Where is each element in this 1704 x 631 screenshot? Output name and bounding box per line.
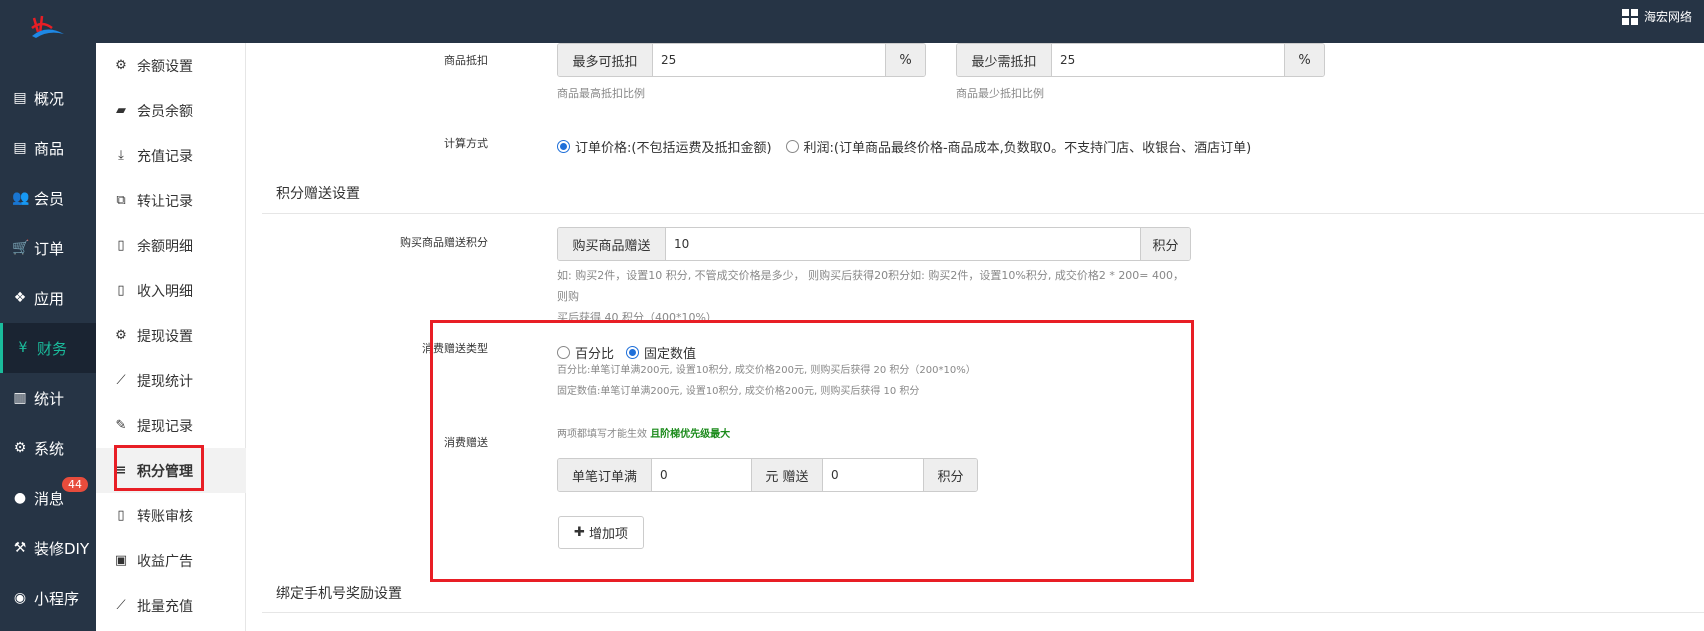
gavel-icon: ⚒ [13,540,27,556]
buy-gift-group: 购买商品赠送 10 积分 [557,227,1191,261]
line-chart-icon: ⟋ [116,373,126,388]
sidebar-item-messages[interactable]: ● 消息 44 [0,473,96,523]
finance-submenu: ⚙ 余额设置 ▰ 会员余额 ⤓ 充值记录 ⧉ 转让记录 ▯ 余额明细 ▯ 收入明细 ⚙ 提现设… [96,43,246,631]
highlight-box [430,320,1194,582]
buy-gift-label: 购买商品赠送积分 [400,236,488,249]
cart-icon: 🛒 [12,240,30,256]
points-unit-addon: 积分 [1140,228,1190,260]
pencil-icon: ✎ [115,418,127,433]
submenu-item-balance-settings[interactable]: ⚙ 余额设置 [96,43,246,88]
comment-icon: ● [13,490,27,506]
sidebar-item-finance[interactable]: ¥ 财务 [0,323,96,373]
submenu-item-withdraw-records[interactable]: ✎ 提现记录 [96,403,246,448]
sidebar-item-overview[interactable]: ▤ 概况 [0,73,96,123]
sidebar-item-miniprogram[interactable]: ◉ 小程序 [0,573,96,623]
section-divider-2 [262,612,1704,613]
gift-section-title: 积分赠送设置 [276,186,360,202]
archive-icon: ▤ [13,90,27,106]
percent-addon-2: % [1284,44,1324,76]
bind-section-title: 绑定手机号奖励设置 [276,586,402,602]
sidebar-item-system[interactable]: ⚙ 系统 [0,423,96,473]
submenu-item-withdraw-settings[interactable]: ⚙ 提现设置 [96,313,246,358]
submenu-item-income-details[interactable]: ▯ 收入明细 [96,268,246,313]
cubes-icon: ❖ [13,290,27,306]
yen-icon: ¥ [18,340,28,356]
calc-radio-group: 订单价格:(不包括运费及抵扣金额) 利润:(订单商品最终价格-商品成本,负数取0… [557,137,1251,156]
calc-radio-order-price[interactable]: 订单价格:(不包括运费及抵扣金额) [557,137,772,156]
sidebar-item-stats[interactable]: ▥ 统计 [0,373,96,423]
submenu-item-withdraw-stats[interactable]: ⟋ 提现统计 [96,358,246,403]
sidebar-item-apps[interactable]: ❖ 应用 [0,273,96,323]
submenu-item-transfer-records[interactable]: ⧉ 转让记录 [96,178,246,223]
min-deduct-input[interactable]: 25 [1052,44,1284,76]
max-deduct-input[interactable]: 25 [653,44,885,76]
buy-gift-input[interactable]: 10 [666,228,1140,260]
main-sidebar: ▤ 概况 ▤ 商品 👥 会员 🛒 订单 ❖ 应用 ¥ 财务 ▥ 统计 ⚙ 系统 ● 消息 44 ⚒ 装… [0,43,96,631]
submenu-highlight-box [114,445,204,491]
download-icon: ⤓ [118,148,124,163]
top-right-brand[interactable]: 海宏网络 [1621,8,1692,25]
calc-label: 计算方式 [444,137,488,150]
submenu-item-revenue-ads[interactable]: ▣ 收益广告 [96,538,246,583]
radio-unchecked-icon [785,140,799,153]
submenu-item-recharge-records[interactable]: ⤓ 充值记录 [96,133,246,178]
buy-gift-addon: 购买商品赠送 [558,228,666,260]
submenu-item-member-balance[interactable]: ▰ 会员余额 [96,88,246,133]
sidebar-item-members[interactable]: 👥 会员 [0,173,96,223]
users-icon: 👥 [12,190,30,206]
submenu-item-batch-recharge[interactable]: ⟋ 批量充值 [96,583,246,628]
min-deduct-group: 最少需抵扣 25 % [956,43,1325,77]
submenu-item-balance-details[interactable]: ▯ 余额明细 [96,223,246,268]
cogs-icon: ⚙ [13,440,27,456]
message-count-badge: 44 [62,477,88,492]
archive-icon: ▤ [13,140,27,156]
top-bar: 海宏网络 [0,0,1704,43]
deduct-label: 商品抵扣 [444,54,488,67]
brand-logo [31,15,64,38]
max-deduct-help: 商品最高抵扣比例 [557,87,645,100]
wechat-icon: ◉ [13,590,27,606]
bar-chart-icon: ▥ [13,390,27,406]
percent-addon: % [885,44,925,76]
external-link-icon: ⧉ [116,193,126,208]
calc-radio-profit[interactable]: 利润:(订单商品最终价格-商品成本,负数取0。不支持门店、收银台、酒店订单) [785,137,1251,156]
sidebar-item-orders[interactable]: 🛒 订单 [0,223,96,273]
book-icon: ▰ [116,103,126,118]
file-icon: ▯ [117,508,125,523]
max-deduct-group: 最多可抵扣 25 % [557,43,926,77]
gear-icon: ⚙ [115,328,127,343]
file-icon: ▯ [117,283,125,298]
radio-checked-icon [557,140,570,153]
file-icon: ▯ [117,238,125,253]
image-icon: ▣ [114,553,128,568]
max-deduct-addon: 最多可抵扣 [558,44,653,76]
sidebar-item-goods[interactable]: ▤ 商品 [0,123,96,173]
min-deduct-addon: 最少需抵扣 [957,44,1052,76]
sidebar-item-diy[interactable]: ⚒ 装修DIY [0,523,96,573]
buy-gift-help: 如: 购买2件，设置10 积分, 不管成交价格是多少， 则购买后获得20积分如:… [557,269,1185,324]
brand-name: 海宏网络 [1643,10,1692,24]
grid-icon [1621,8,1638,25]
line-chart-icon: ⟋ [116,598,126,613]
submenu-item-transfer-review[interactable]: ▯ 转账审核 [96,493,246,538]
min-deduct-help: 商品最少抵扣比例 [956,87,1044,100]
section-divider [262,213,1704,214]
gear-icon: ⚙ [115,58,127,73]
